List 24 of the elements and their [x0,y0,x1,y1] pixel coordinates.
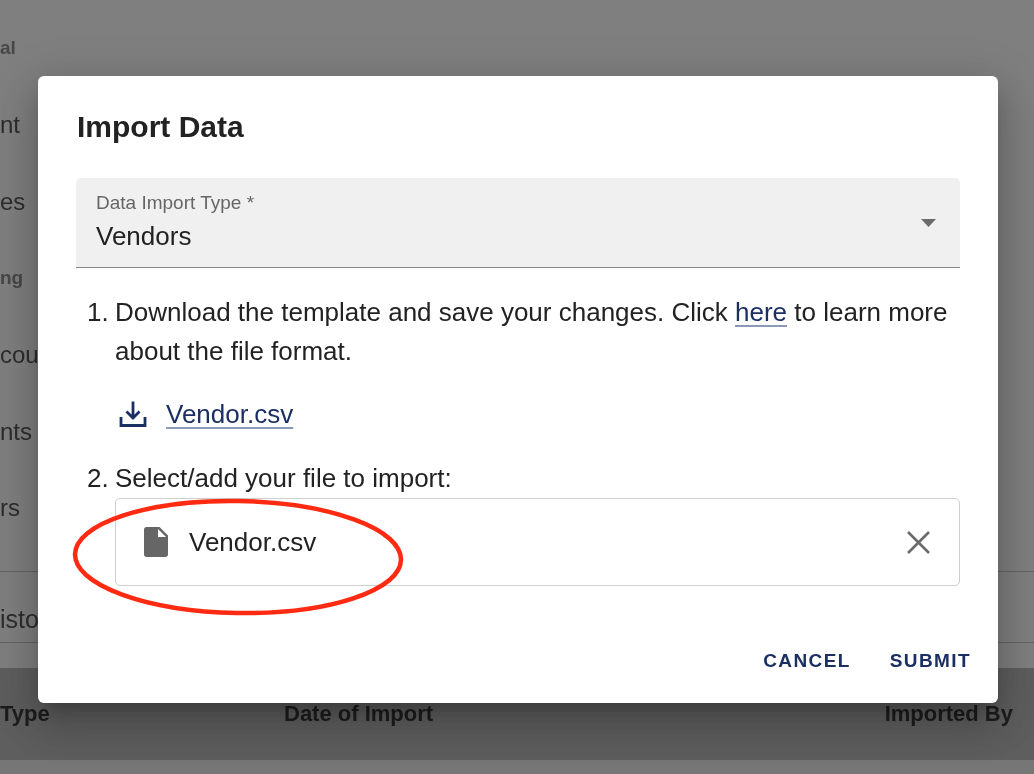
submit-button[interactable]: SUBMIT [881,643,979,679]
file-icon [144,527,168,557]
import-type-select[interactable]: Data Import Type * Vendors [76,178,960,268]
file-upload-field[interactable]: Vendor.csv [115,498,960,586]
remove-file-button[interactable] [905,529,931,555]
step-text: Download the template and save your changes. Click here to learn more about the file format. [115,296,949,368]
step-number: 1. [87,296,110,329]
sidebar-heading: al [0,37,16,60]
dialog-title: Import Data [76,109,244,145]
file-name: Vendor.csv [189,526,318,558]
step-text: Select/add your file to import: [115,462,453,495]
field-label: Data Import Type * [96,192,255,214]
column-header: Type [0,701,51,727]
select-value: Vendors [96,221,193,251]
column-header: Imported By [884,701,1013,727]
sidebar-heading: ng [0,267,24,290]
section-title: isto [0,605,39,634]
caret-icon [921,218,936,227]
close-icon [906,530,930,554]
template-download-link[interactable]: Vendor.csv [166,399,294,429]
help-link[interactable]: here [735,297,788,327]
download-icon[interactable] [119,400,147,428]
cancel-button[interactable]: CANCEL [755,643,859,679]
step-number: 2. [87,462,110,495]
